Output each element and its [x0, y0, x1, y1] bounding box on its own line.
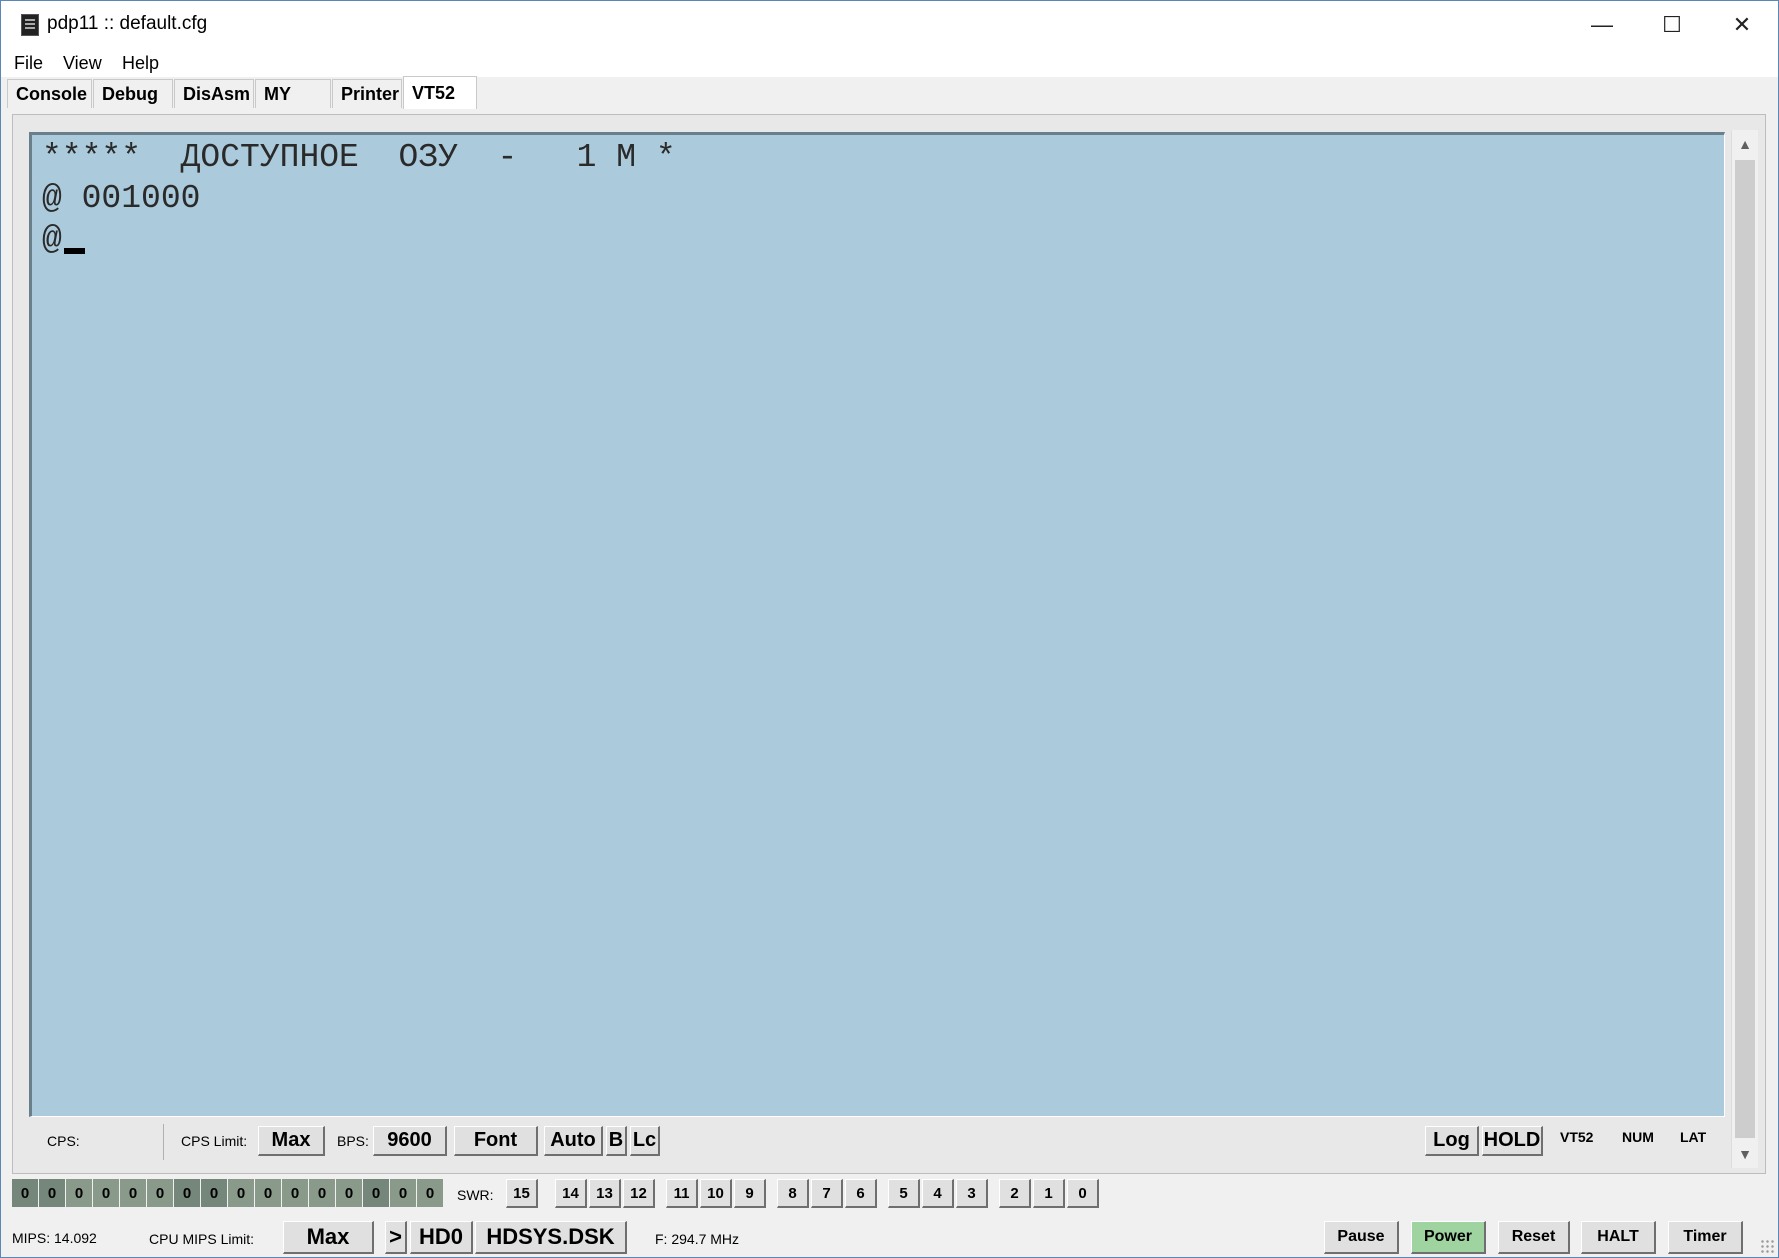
terminal-screen[interactable]: ***** ДОСТУПНОЕ ОЗУ - 1 М * @ 001000 @	[29, 132, 1725, 1117]
lat-indicator: LAT	[1680, 1129, 1707, 1145]
timer-button[interactable]: Timer	[1668, 1221, 1743, 1254]
tab-console[interactable]: Console	[7, 79, 92, 108]
data-led: 0	[66, 1179, 92, 1207]
cpu-mips-limit-label: CPU MIPS Limit:	[149, 1231, 255, 1247]
swr-switch-13[interactable]: 13	[589, 1179, 621, 1208]
menu-bar: File View Help	[1, 49, 1778, 77]
tab-disasm[interactable]: DisAsm	[174, 79, 254, 108]
vt52-panel: ***** ДОСТУПНОЕ ОЗУ - 1 М * @ 001000 @ ▲…	[12, 114, 1766, 1174]
tab-printer[interactable]: Printer	[332, 79, 402, 108]
menu-view[interactable]: View	[63, 53, 102, 74]
scroll-down-icon[interactable]: ▼	[1732, 1140, 1758, 1168]
data-led: 0	[228, 1179, 254, 1207]
data-led: 0	[336, 1179, 362, 1207]
b-button[interactable]: B	[606, 1126, 627, 1156]
data-led: 0	[147, 1179, 173, 1207]
menu-help[interactable]: Help	[122, 53, 159, 74]
app-window: pdp11 :: default.cfg — ☐ ✕ File View Hel…	[0, 0, 1779, 1258]
data-led: 0	[255, 1179, 281, 1207]
frequency-readout: F: 294.7 MHz	[655, 1231, 740, 1247]
swr-switch-4[interactable]: 4	[922, 1179, 954, 1208]
swr-switch-7[interactable]: 7	[811, 1179, 843, 1208]
swr-label: SWR:	[457, 1187, 494, 1203]
swr-switch-10[interactable]: 10	[700, 1179, 732, 1208]
terminal-line: @ 001000	[42, 180, 201, 217]
data-led: 0	[93, 1179, 119, 1207]
num-indicator: NUM	[1622, 1129, 1654, 1145]
title-bar: pdp11 :: default.cfg — ☐ ✕	[1, 1, 1778, 49]
data-led: 0	[201, 1179, 227, 1207]
tab-debug[interactable]: Debug	[93, 79, 173, 108]
cps-limit-button[interactable]: Max	[258, 1126, 325, 1156]
menu-file[interactable]: File	[14, 53, 43, 74]
swr-switch-12[interactable]: 12	[623, 1179, 655, 1208]
cps-limit-label: CPS Limit:	[181, 1133, 248, 1149]
swr-switch-5[interactable]: 5	[888, 1179, 920, 1208]
swr-switch-15[interactable]: 15	[506, 1179, 538, 1208]
separator	[163, 1124, 164, 1160]
swr-switch-11[interactable]: 11	[666, 1179, 698, 1208]
mips-readout: MIPS: 14.092	[12, 1230, 97, 1246]
window-title: pdp11 :: default.cfg	[47, 13, 208, 34]
data-led: 0	[390, 1179, 416, 1207]
bps-button[interactable]: 9600	[373, 1126, 447, 1156]
tab-my[interactable]: MY	[255, 79, 331, 108]
swr-switch-3[interactable]: 3	[956, 1179, 988, 1208]
swr-switch-0[interactable]: 0	[1067, 1179, 1099, 1208]
data-led: 0	[417, 1179, 443, 1207]
tab-vt52[interactable]: VT52	[403, 76, 477, 109]
scrollbar-thumb[interactable]	[1735, 160, 1755, 1138]
halt-button[interactable]: HALT	[1581, 1221, 1656, 1254]
data-led: 0	[309, 1179, 335, 1207]
app-icon	[21, 14, 39, 36]
cpu-mips-limit-button[interactable]: Max	[283, 1221, 374, 1254]
close-button[interactable]: ✕	[1707, 1, 1777, 49]
drive-button[interactable]: HD0	[410, 1221, 473, 1254]
front-panel-row: 0 0 0 0 0 0 0 0 0 0 0 0 0 0 0 0 SWR: 15 …	[12, 1177, 1766, 1213]
auto-button[interactable]: Auto	[544, 1126, 603, 1156]
font-button[interactable]: Font	[454, 1126, 538, 1156]
lc-button[interactable]: Lc	[630, 1126, 660, 1156]
disk-image-button[interactable]: HDSYS.DSK	[475, 1221, 627, 1254]
data-led: 0	[120, 1179, 146, 1207]
terminal-status-bar: CPS: CPS Limit: Max BPS: 9600 Font Auto …	[29, 1120, 1725, 1168]
power-button[interactable]: Power	[1411, 1221, 1486, 1254]
terminal-cursor	[63, 248, 85, 254]
swr-switch-9[interactable]: 9	[734, 1179, 766, 1208]
data-led: 0	[12, 1179, 38, 1207]
bottom-status-bar: MIPS: 14.092 CPU MIPS Limit: Max > HD0 H…	[1, 1219, 1778, 1257]
data-led: 0	[39, 1179, 65, 1207]
pause-button[interactable]: Pause	[1324, 1221, 1399, 1254]
data-led: 0	[282, 1179, 308, 1207]
swr-switch-2[interactable]: 2	[999, 1179, 1031, 1208]
cps-label: CPS:	[47, 1133, 80, 1149]
terminal-line: @	[42, 221, 1724, 262]
data-led: 0	[174, 1179, 200, 1207]
terminal-prompt: @	[42, 221, 62, 258]
terminal-line: ***** ДОСТУПНОЕ ОЗУ - 1 М *	[42, 139, 676, 176]
maximize-button[interactable]: ☐	[1637, 1, 1707, 49]
log-button[interactable]: Log	[1425, 1126, 1479, 1156]
data-led: 0	[363, 1179, 389, 1207]
swr-switch-8[interactable]: 8	[777, 1179, 809, 1208]
swr-switch-6[interactable]: 6	[845, 1179, 877, 1208]
vt52-indicator: VT52	[1560, 1129, 1594, 1145]
hold-button[interactable]: HOLD	[1482, 1126, 1543, 1156]
minimize-button[interactable]: —	[1567, 1, 1637, 49]
arrow-button[interactable]: >	[385, 1221, 407, 1254]
bps-label: BPS:	[337, 1133, 369, 1149]
swr-switch-1[interactable]: 1	[1033, 1179, 1065, 1208]
reset-button[interactable]: Reset	[1498, 1221, 1570, 1254]
swr-switch-14[interactable]: 14	[555, 1179, 587, 1208]
vertical-scrollbar[interactable]: ▲ ▼	[1731, 130, 1758, 1168]
scroll-up-icon[interactable]: ▲	[1732, 130, 1758, 158]
resize-grip-icon[interactable]	[1760, 1239, 1774, 1253]
